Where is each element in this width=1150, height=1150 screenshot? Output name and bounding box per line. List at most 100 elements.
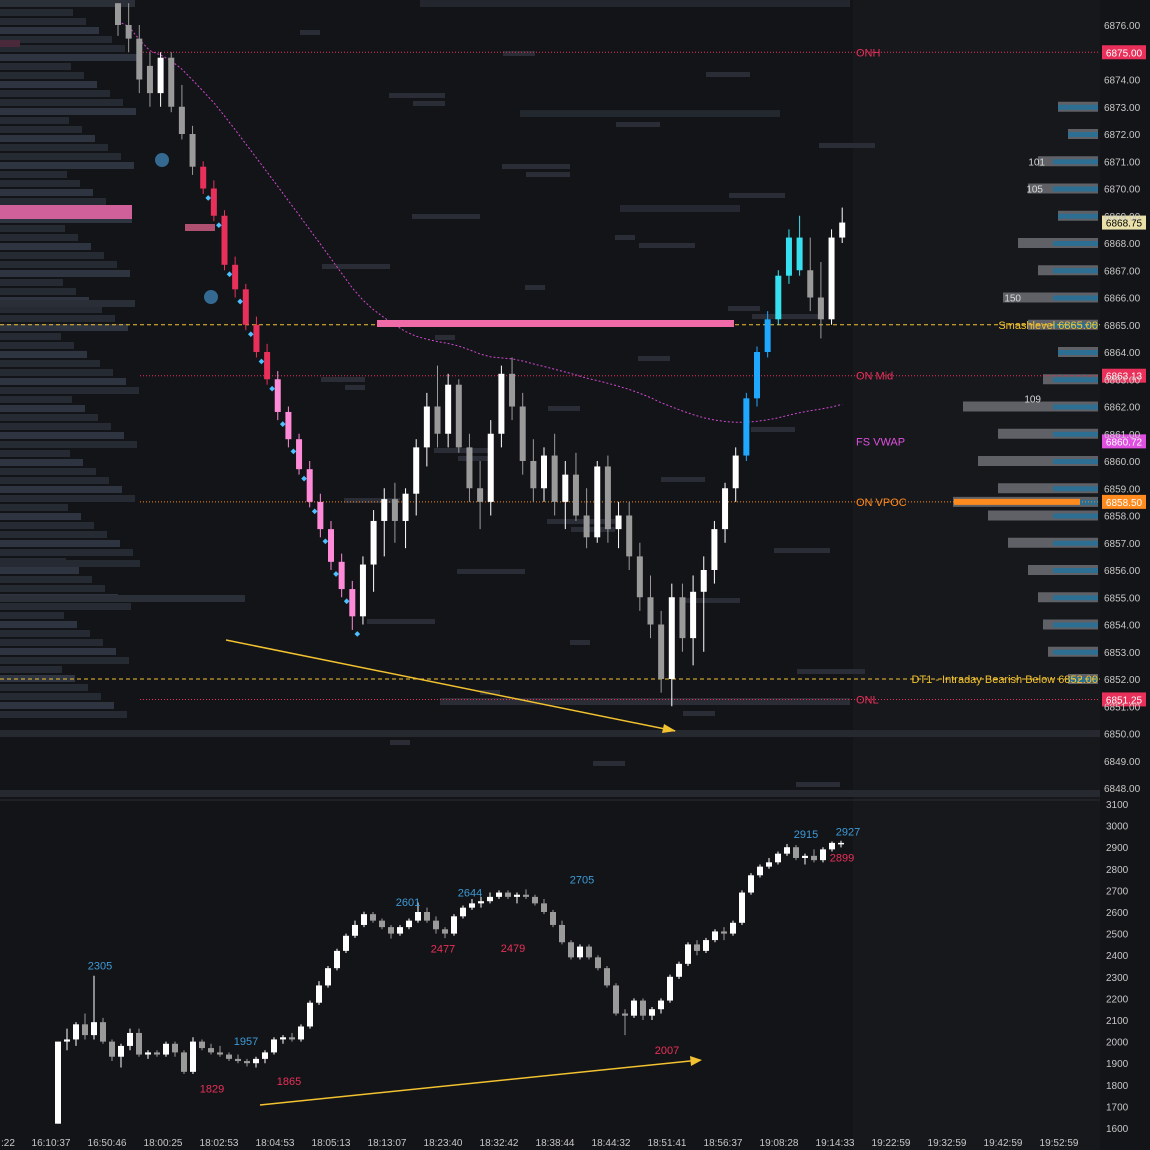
profile-bar-delta [1053, 459, 1098, 464]
delta-tick-label: 1600 [1106, 1124, 1129, 1135]
time-tick-label: 18:13:07 [368, 1138, 407, 1149]
delta-candle [811, 855, 817, 861]
heatmap-cell [0, 495, 135, 502]
delta-candle [244, 1061, 250, 1064]
heatmap-cell [420, 0, 850, 7]
time-tick-label: 18:23:40 [424, 1138, 463, 1149]
heatmap-cell [0, 180, 80, 187]
heatmap-cell [0, 693, 101, 700]
price-tick-label: 6854.00 [1104, 621, 1141, 632]
delta-label: 1829 [200, 1084, 224, 1096]
delta-label: 2007 [655, 1045, 679, 1057]
heatmap-cell [0, 40, 20, 47]
price-candle [700, 570, 707, 592]
price-candle [125, 25, 132, 39]
price-candle [722, 488, 729, 530]
trading-chart[interactable]: ONH 6875.00Smashlevel 6865.00ON Mid 6863.1… [0, 0, 1150, 1150]
delta-candle [478, 901, 484, 904]
heatmap-cell [0, 477, 109, 484]
heatmap-cell [390, 740, 410, 745]
delta-tick-label: 2400 [1106, 951, 1129, 962]
heatmap-cell [0, 315, 115, 322]
heatmap-cell [0, 468, 96, 475]
price-candle [115, 3, 121, 25]
price-candle [572, 474, 579, 516]
delta-candle [604, 968, 610, 986]
delta-candle [757, 866, 763, 876]
heatmap-cell [0, 126, 82, 133]
time-tick-label: 18:00:25 [144, 1138, 183, 1149]
price-candle [754, 352, 760, 399]
price-candle [455, 384, 462, 448]
heatmap-cell [616, 122, 660, 127]
delta-tick-label: 3000 [1106, 822, 1129, 833]
delta-candle [451, 916, 457, 934]
price-candle [509, 373, 516, 407]
price-candle [594, 466, 601, 538]
delta-tick-label: 2100 [1106, 1016, 1129, 1027]
delta-candle [838, 842, 844, 845]
heatmap-cell [0, 72, 84, 79]
heatmap-cell [0, 621, 77, 628]
heatmap-cell [0, 189, 93, 196]
heatmap-cell [0, 504, 68, 511]
heatmap-cell [0, 441, 137, 448]
delta-candle [532, 896, 538, 904]
delta-candle [100, 1022, 106, 1042]
profile-label: 101 [1028, 157, 1045, 168]
price-tick-label: 6872.00 [1104, 130, 1141, 141]
heatmap-cell [0, 603, 131, 610]
heatmap-cell [0, 396, 72, 403]
price-candle [200, 166, 207, 189]
price-tick-label: 6865.00 [1104, 321, 1141, 332]
delta-candle [145, 1052, 151, 1055]
price-axis[interactable]: 6876.00 6874.00 6873.00 6872.00 6871.00 6870.… [1104, 21, 1141, 795]
price-candle [711, 529, 718, 570]
price-tick-label: 6857.00 [1104, 539, 1141, 550]
delta-candle [109, 1041, 115, 1057]
price-candle [764, 319, 771, 352]
price-candle [807, 270, 814, 298]
level-label: FS VWAP [856, 436, 905, 448]
delta-candle [208, 1048, 214, 1053]
heatmap-cell [774, 548, 830, 553]
heatmap-cell [0, 261, 117, 268]
heatmap-cell [0, 225, 65, 232]
heatmap-cell [0, 702, 114, 709]
delta-candle [73, 1024, 79, 1040]
heatmap-cell [520, 110, 780, 117]
delta-candle [262, 1052, 268, 1059]
delta-candle [82, 1024, 88, 1036]
price-candle [178, 106, 185, 134]
price-tick-label: 6850.00 [1104, 730, 1141, 741]
heatmap-cell [0, 342, 74, 349]
time-tick-label: 18:05:13 [312, 1138, 351, 1149]
heatmap-cell [0, 288, 76, 295]
delta-candle [136, 1032, 142, 1055]
price-candle [413, 447, 420, 494]
price-candle [445, 384, 452, 434]
delta-candle [514, 894, 520, 897]
heatmap-cell [0, 387, 139, 394]
profile-bar-delta [1058, 104, 1098, 110]
price-candle [679, 597, 686, 639]
delta-candle [397, 927, 403, 934]
price-candle [317, 501, 324, 530]
heatmap-cell [751, 427, 795, 432]
price-candle [732, 455, 739, 489]
time-tick-label: 18:38:44 [536, 1138, 575, 1149]
delta-candle [181, 1052, 187, 1072]
delta-candle [703, 940, 709, 951]
price-candle [828, 237, 835, 320]
delta-candle [784, 847, 790, 854]
price-candle [615, 515, 622, 530]
delta-candle [595, 957, 601, 969]
price-tick-label: 6853.00 [1104, 648, 1141, 659]
heatmap-cell [0, 790, 1100, 797]
delta-candle [370, 914, 376, 921]
heatmap-cell [0, 234, 78, 241]
delta-candle [172, 1043, 178, 1053]
heatmap-cell [412, 214, 480, 219]
delta-candle [820, 849, 826, 861]
heatmap-cell [457, 569, 525, 574]
